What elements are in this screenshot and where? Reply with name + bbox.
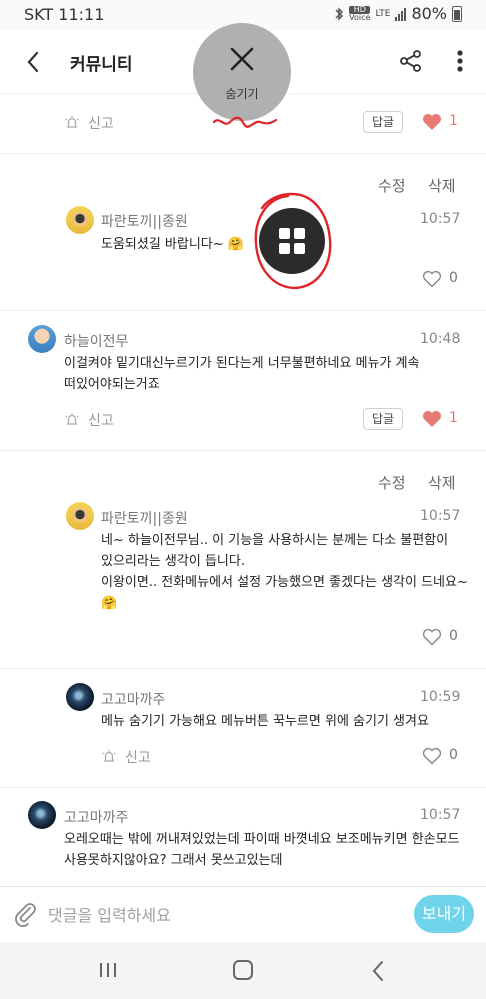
battery-icon [452,5,462,22]
comment-text-line: 이걸켜야 밑기대신누르기가 된다는게 너무불편하네요 메뉴가 계속 [64,356,420,371]
delete-link[interactable]: 삭제 [428,472,456,493]
avatar [66,502,94,530]
comment-author: 파란토끼||종원 [101,511,188,527]
comment-author: 고고마까주 [101,692,166,708]
heart-filled-icon[interactable] [422,113,442,131]
heart-outline-icon[interactable] [422,628,442,646]
comment-text-line: 떠있어야되는거죠 [64,377,160,392]
comment-text-line: 네~ 하늘이전무님.. 이 기능을 사용하시는 분께는 다소 불편함이 [101,533,449,548]
heart-filled-icon[interactable] [422,410,442,428]
carrier-time: SKT 11:11 [24,5,105,24]
comment-author: 고고마까주 [64,810,129,826]
like-count: 0 [449,747,458,763]
paperclip-icon[interactable] [14,901,38,927]
comment-text-line: 있으리라는 생각이 듭니다. [101,554,245,569]
lte-label: LTE [375,8,391,19]
heart-outline-icon[interactable] [422,270,442,288]
report-link[interactable]: 신고 [125,747,151,767]
comment-text-line: 오레오때는 밖에 꺼내져있었는데 파이때 바꼇네요 보조메뉴키면 한손모드 [64,832,460,847]
hide-menu-button[interactable]: 숨기기 [193,23,291,121]
more-vertical-icon[interactable] [448,46,472,76]
hide-label: 숨기기 [225,87,259,101]
report-siren-icon [65,413,79,425]
status-icons: HD Voice LTE 80% [334,4,462,23]
page-title: 커뮤니티 [70,55,133,75]
divider [0,450,486,451]
divider [0,787,486,788]
divider [0,668,486,669]
signal-icon [395,7,407,21]
annotation-squiggle [212,116,278,128]
comment-time: 10:57 [420,508,461,524]
divider [0,310,486,311]
share-icon[interactable] [398,48,424,74]
comment-time: 10:57 [420,807,461,823]
report-siren-icon [65,116,79,128]
close-icon [230,47,254,71]
divider [0,153,486,154]
edit-link[interactable]: 수정 [378,472,406,493]
report-link[interactable]: 신고 [88,113,114,133]
avatar [66,206,94,234]
reply-button[interactable]: 답글 [363,111,403,133]
avatar [28,325,56,353]
battery-percent: 80% [411,4,447,23]
comment-time: 10:48 [420,331,461,347]
back-arrow-icon[interactable] [22,48,46,76]
delete-link[interactable]: 삭제 [428,175,456,196]
comment-text-line: 이왕이면.. 전화메뉴에서 설정 가능했으면 좋겠다는 생각이 드네요~ [101,575,468,590]
comment-input-bar: 보내기 [0,886,486,942]
home-icon[interactable] [233,960,253,980]
comment-text: 메뉴 숨기기 가능해요 메뉴버튼 꾹누르면 위에 숨기기 생겨요 [101,714,429,729]
heart-outline-icon[interactable] [422,747,442,765]
edit-link[interactable]: 수정 [378,175,406,196]
recents-icon[interactable] [98,961,118,979]
annotation-circle [254,192,332,290]
bluetooth-icon [335,6,344,21]
back-icon[interactable] [370,959,386,983]
avatar [66,683,94,711]
comment-author: 하늘이전무 [64,334,129,350]
like-count: 1 [449,410,458,426]
avatar [28,801,56,829]
like-count: 1 [449,113,458,129]
send-button[interactable]: 보내기 [414,895,474,933]
report-link[interactable]: 신고 [88,410,114,430]
voice-label: Voice [349,12,371,22]
comment-input[interactable] [48,897,403,933]
comment-time: 10:57 [420,211,461,227]
comment-time: 10:59 [420,689,461,705]
comment-text: 도움되셨길 바랍니다~ 🤗 [101,237,244,252]
like-count: 0 [449,628,458,644]
hd-voice-badge: HD Voice [349,5,371,22]
comment-author: 파란토끼||종원 [101,214,188,230]
comment-text-line: 🤗 [101,596,118,611]
report-siren-icon [102,750,116,762]
comment-text-line: 사용못하지않아요? 그래서 못쓰고있는데 [64,853,283,868]
reply-button[interactable]: 답글 [363,408,403,430]
navigation-bar [0,942,486,999]
like-count: 0 [449,270,458,286]
